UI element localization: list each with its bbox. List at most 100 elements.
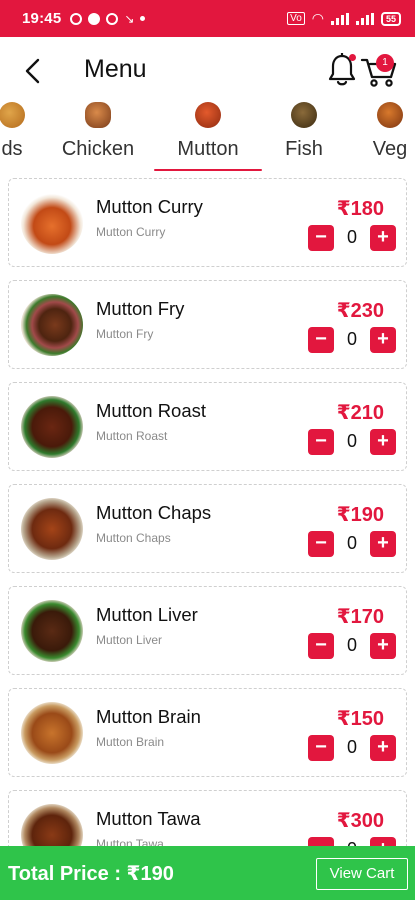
category-thumb <box>377 102 403 128</box>
increase-button[interactable]: + <box>370 633 396 659</box>
increase-button[interactable]: + <box>370 225 396 251</box>
item-name: Mutton Chaps <box>96 502 212 523</box>
total-price: Total Price : ₹190 <box>8 863 174 885</box>
decrease-button[interactable]: − <box>308 225 334 251</box>
item-price: ₹180 <box>336 198 384 220</box>
dish-image <box>21 498 83 560</box>
dial-icon <box>106 12 119 25</box>
item-subtitle: Mutton Chaps <box>96 531 171 545</box>
dish-image <box>21 600 83 662</box>
tab-mutton[interactable]: Mutton <box>160 100 256 172</box>
item-name: Mutton Liver <box>96 604 198 625</box>
status-time: 19:45 <box>22 10 62 27</box>
vowifi-icon: Vo <box>287 12 305 25</box>
wifi-icon: ◠ <box>311 10 324 26</box>
system-icons: Vo ◠ 55 <box>287 10 401 27</box>
item-name: Mutton Brain <box>96 706 201 727</box>
dish-image <box>21 396 83 458</box>
item-price: ₹150 <box>336 708 384 730</box>
category-thumb <box>195 102 221 128</box>
increase-button[interactable]: + <box>370 429 396 455</box>
quantity-stepper: − 0 + <box>304 225 396 253</box>
list-item[interactable]: Mutton Curry Mutton Curry ₹180 − 0 + <box>8 178 407 267</box>
quantity-value: 0 <box>337 839 367 846</box>
list-item[interactable]: Mutton Brain Mutton Brain ₹150 − 0 + <box>8 688 407 777</box>
menu-list[interactable]: Mutton Curry Mutton Curry ₹180 − 0 + Mut… <box>0 178 415 846</box>
item-name: Mutton Roast <box>96 400 207 421</box>
notification-dot <box>349 54 356 61</box>
quantity-stepper: − 0 + <box>304 327 396 355</box>
quantity-stepper: − 0 + <box>304 429 396 457</box>
page-title: Menu <box>84 55 147 83</box>
item-price: ₹190 <box>336 504 384 526</box>
signal-icon <box>330 12 349 25</box>
tab-fish[interactable]: Fish <box>272 100 336 172</box>
item-price: ₹230 <box>336 300 384 322</box>
quantity-stepper: − 0 + <box>304 735 396 763</box>
tab-label: Veg <box>372 138 408 160</box>
list-item[interactable]: Mutton Liver Mutton Liver ₹170 − 0 + <box>8 586 407 675</box>
item-subtitle: Mutton Tawa <box>96 837 164 846</box>
item-name: Mutton Fry <box>96 298 185 319</box>
tab-label: Mutton <box>177 138 239 160</box>
tab-breads[interactable]: ds <box>0 100 44 172</box>
tab-label: ds <box>1 138 23 160</box>
item-price: ₹170 <box>336 606 384 628</box>
tab-veg[interactable]: Veg <box>360 100 415 172</box>
item-subtitle: Mutton Fry <box>96 327 154 341</box>
category-tabs: ds Chicken Mutton Fish Veg <box>0 100 415 172</box>
quantity-value: 0 <box>346 227 357 247</box>
quantity-value: 0 <box>346 329 357 349</box>
decrease-button[interactable]: − <box>308 837 334 846</box>
decrease-button[interactable]: − <box>308 429 334 455</box>
chevron-left-icon <box>25 58 40 84</box>
battery-icon: 55 <box>380 11 401 26</box>
item-price: ₹300 <box>336 810 384 832</box>
dish-image <box>21 294 83 356</box>
item-name: Mutton Tawa <box>96 808 201 829</box>
list-item[interactable]: Mutton Tawa Mutton Tawa ₹300 − 0 + <box>8 790 407 846</box>
quantity-value: 0 <box>346 737 357 757</box>
app-header: Menu 1 <box>0 37 415 107</box>
decrease-button[interactable]: − <box>308 633 334 659</box>
increase-button[interactable]: + <box>370 531 396 557</box>
notifications-button[interactable] <box>326 52 358 88</box>
list-item[interactable]: Mutton Fry Mutton Fry ₹230 − 0 + <box>8 280 407 369</box>
item-subtitle: Mutton Brain <box>96 735 165 749</box>
signal-icon-2 <box>355 12 374 25</box>
item-price: ₹210 <box>336 402 384 424</box>
category-thumb <box>85 102 111 128</box>
item-subtitle: Mutton Curry <box>96 225 166 239</box>
item-subtitle: Mutton Liver <box>96 633 163 647</box>
category-thumb <box>291 102 317 128</box>
quantity-value: 0 <box>346 431 357 451</box>
quantity-stepper: − 0 + <box>304 837 396 846</box>
quantity-stepper: − 0 + <box>304 633 396 661</box>
list-item[interactable]: Mutton Roast Mutton Roast ₹210 − 0 + <box>8 382 407 471</box>
item-subtitle: Mutton Roast <box>96 429 168 443</box>
quantity-stepper: − 0 + <box>304 531 396 559</box>
back-button[interactable] <box>20 55 48 87</box>
tab-chicken[interactable]: Chicken <box>57 100 139 172</box>
category-thumb <box>0 102 25 128</box>
status-bar: 19:45 ↘ Vo ◠ 55 <box>0 0 415 37</box>
tab-label: Fish <box>285 138 323 160</box>
increase-button[interactable]: + <box>370 735 396 761</box>
item-name: Mutton Curry <box>96 196 203 217</box>
quantity-value: 0 <box>346 533 357 553</box>
decrease-button[interactable]: − <box>308 735 334 761</box>
active-tab-indicator <box>154 169 262 171</box>
view-cart-button[interactable]: View Cart <box>316 858 408 890</box>
checkout-bar: Total Price : ₹190 View Cart <box>0 846 415 900</box>
whatsapp-icon <box>70 12 83 25</box>
list-item[interactable]: Mutton Chaps Mutton Chaps ₹190 − 0 + <box>8 484 407 573</box>
increase-button[interactable]: + <box>370 327 396 353</box>
quantity-value: 0 <box>346 635 357 655</box>
dish-image <box>21 804 83 846</box>
dot-icon <box>140 16 146 21</box>
dish-image <box>21 192 83 254</box>
decrease-button[interactable]: − <box>308 327 334 353</box>
tab-label: Chicken <box>61 138 135 160</box>
decrease-button[interactable]: − <box>308 531 334 557</box>
increase-button[interactable]: + <box>370 837 396 846</box>
